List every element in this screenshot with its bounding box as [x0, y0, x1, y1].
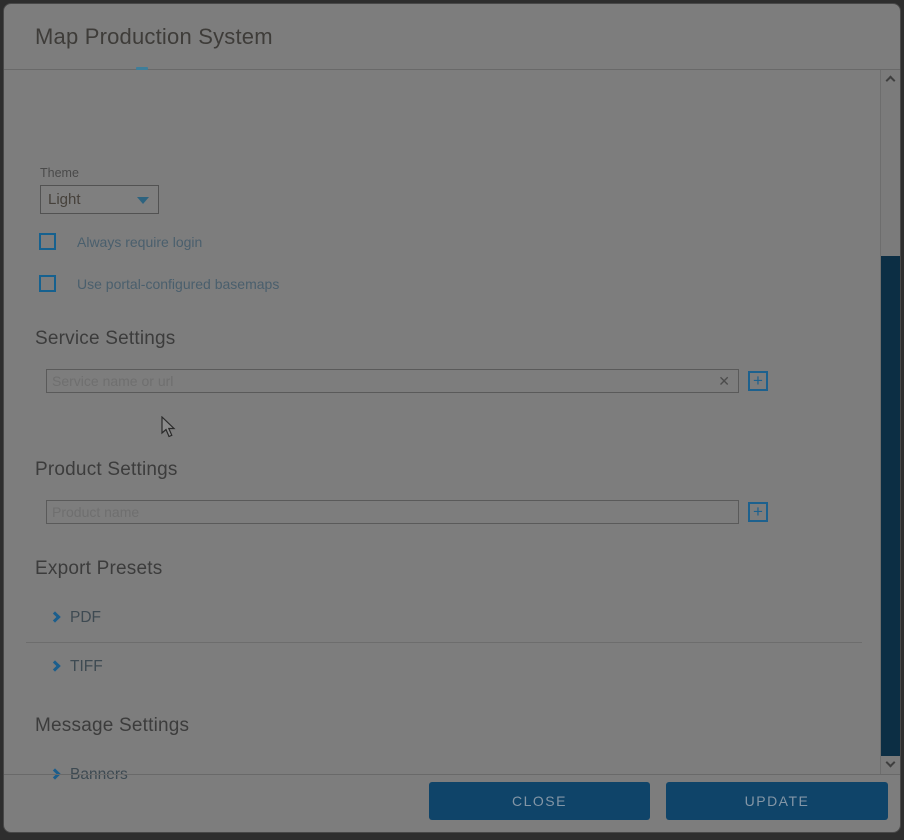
checkbox-label: Use portal-configured basemaps	[77, 276, 279, 292]
theme-label: Theme	[40, 166, 79, 180]
expander-label: PDF	[70, 609, 101, 627]
expander-label: TIFF	[70, 658, 103, 676]
chevron-up-icon	[886, 76, 896, 86]
scroll-down-button[interactable]	[881, 756, 900, 774]
theme-select-value: Light	[48, 186, 81, 213]
close-button[interactable]: CLOSE	[429, 782, 650, 820]
chevron-right-icon	[49, 611, 60, 622]
mouse-cursor	[161, 416, 177, 438]
product-input-wrap	[46, 500, 739, 524]
update-button[interactable]: UPDATE	[666, 782, 888, 820]
preset-divider	[26, 642, 862, 643]
dialog-footer: CLOSE UPDATE	[4, 774, 900, 832]
add-service-button[interactable]: +	[748, 371, 768, 391]
use-portal-basemaps-checkbox[interactable]	[39, 275, 56, 292]
service-settings-heading: Service Settings	[35, 328, 176, 350]
export-presets-heading: Export Presets	[35, 558, 162, 580]
always-require-login-checkbox[interactable]	[39, 233, 56, 250]
dialog-title: Map Production System	[35, 4, 273, 70]
theme-select[interactable]: Light	[40, 185, 159, 214]
service-input-wrap: ✕	[46, 369, 739, 393]
chevron-right-icon	[49, 660, 60, 671]
scrollbar-thumb[interactable]	[881, 256, 900, 756]
product-name-input[interactable]	[47, 501, 738, 523]
service-name-input[interactable]	[47, 370, 738, 392]
map-production-system-dialog: Map Production System Theme Light Always…	[3, 3, 901, 833]
chevron-down-icon	[137, 197, 149, 204]
clear-icon[interactable]: ✕	[718, 373, 730, 390]
dialog-scroll-content: Theme Light Always require login Use por…	[4, 70, 880, 774]
checkbox-label: Always require login	[77, 234, 202, 250]
scroll-up-button[interactable]	[881, 70, 900, 88]
message-settings-heading: Message Settings	[35, 715, 189, 737]
dialog-header: Map Production System	[4, 4, 900, 69]
scrollbar[interactable]	[880, 70, 900, 774]
screen: Map Production System Theme Light Always…	[0, 0, 904, 840]
chevron-down-icon	[886, 758, 896, 768]
add-product-button[interactable]: +	[748, 502, 768, 522]
product-settings-heading: Product Settings	[35, 459, 178, 481]
